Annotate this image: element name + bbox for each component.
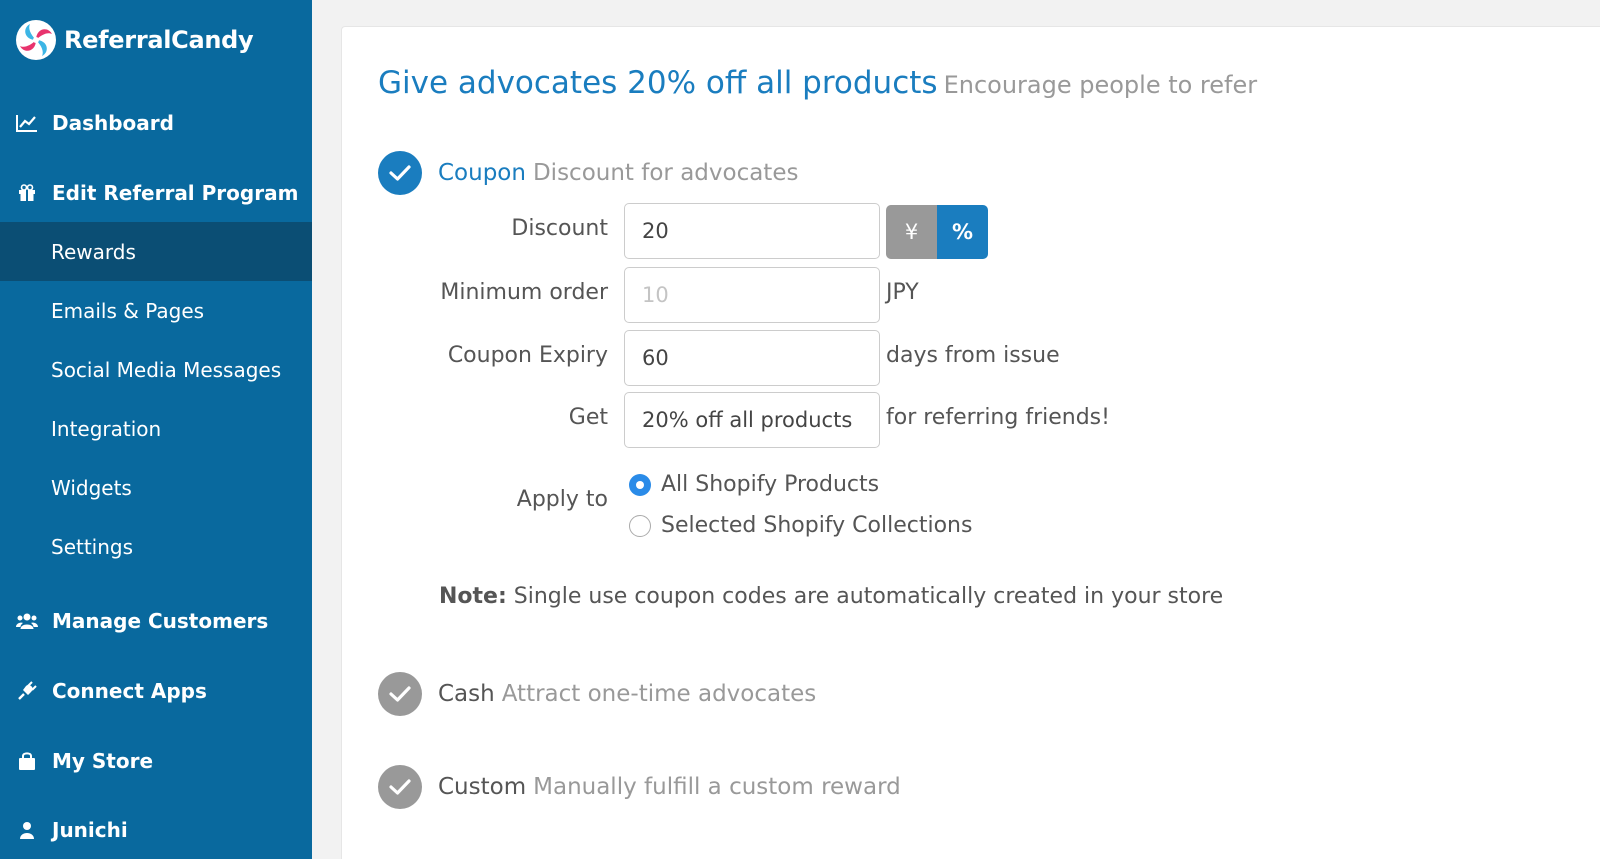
- nav-my-store-label: My Store: [52, 749, 154, 773]
- nav-user-account[interactable]: Junichi: [0, 805, 312, 855]
- nav-dashboard-label: Dashboard: [52, 111, 174, 135]
- cash-desc: Attract one-time advocates: [501, 681, 817, 707]
- note-label: Note:: [439, 584, 507, 609]
- yen-unit-button[interactable]: ¥: [886, 205, 937, 259]
- candy-swirl-logo: [16, 20, 56, 60]
- reward-option-cash[interactable]: Cash Attract one-time advocates: [378, 672, 816, 716]
- nav-connect-apps-label: Connect Apps: [52, 679, 207, 703]
- sidebar-item-emails-pages[interactable]: Emails & Pages: [0, 281, 312, 340]
- page-subtitle: Encourage people to refer: [943, 71, 1258, 99]
- coupon-expiry-suffix: days from issue: [886, 343, 1060, 368]
- page-title: Give advocates 20% off all products Encou…: [378, 65, 1257, 101]
- apply-all-products-label: All Shopify Products: [661, 472, 880, 497]
- get-reward-input[interactable]: [624, 392, 880, 448]
- minimum-order-label: Minimum order: [440, 280, 608, 305]
- sidebar-item-integration[interactable]: Integration: [0, 399, 312, 458]
- line-chart-icon: [16, 112, 38, 134]
- sidebar-item-social-media-messages[interactable]: Social Media Messages: [0, 340, 312, 399]
- reward-option-custom[interactable]: Custom Manually fulfill a custom reward: [378, 765, 901, 809]
- plug-icon: [16, 680, 38, 702]
- custom-title: Custom: [438, 774, 527, 800]
- page-title-main: Give advocates 20% off all products: [378, 65, 938, 101]
- apply-all-products-radio[interactable]: All Shopify Products: [629, 472, 879, 497]
- percent-unit-button[interactable]: %: [937, 205, 988, 259]
- nav-my-store[interactable]: My Store: [0, 736, 312, 786]
- coupon-note: Note: Single use coupon codes are automa…: [439, 584, 1223, 609]
- users-icon: [16, 610, 38, 632]
- coupon-title: Coupon: [438, 160, 526, 186]
- check-circle-icon: [378, 151, 422, 195]
- sidebar-item-widgets[interactable]: Widgets: [0, 458, 312, 517]
- nav-dashboard[interactable]: Dashboard: [0, 98, 312, 148]
- sidebar-item-rewards[interactable]: Rewards: [0, 222, 312, 281]
- radio-checked-icon: [629, 473, 651, 496]
- apply-to-label: Apply to: [516, 487, 608, 512]
- nav-edit-referral-program-label: Edit Referral Program: [52, 181, 299, 205]
- sidebar-item-settings[interactable]: Settings: [0, 517, 312, 576]
- discount-unit-toggle: ¥ %: [886, 205, 988, 259]
- discount-label: Discount: [511, 216, 608, 241]
- nav-connect-apps[interactable]: Connect Apps: [0, 666, 312, 716]
- rewards-panel: Give advocates 20% off all products Encou…: [341, 26, 1600, 859]
- apply-selected-collections-radio[interactable]: Selected Shopify Collections: [629, 513, 972, 538]
- nav-edit-referral-program[interactable]: Edit Referral Program: [0, 168, 312, 218]
- nav-manage-customers[interactable]: Manage Customers: [0, 596, 312, 646]
- user-icon: [16, 819, 38, 841]
- get-reward-suffix: for referring friends!: [886, 405, 1110, 430]
- custom-desc: Manually fulfill a custom reward: [533, 774, 901, 800]
- coupon-expiry-input[interactable]: [624, 330, 880, 386]
- get-label: Get: [568, 405, 608, 430]
- brand[interactable]: ReferralCandy: [14, 18, 254, 62]
- shopping-bag-icon: [16, 750, 38, 772]
- note-text: Single use coupon codes are automaticall…: [513, 584, 1224, 609]
- radio-unchecked-icon: [629, 514, 651, 537]
- coupon-expiry-label: Coupon Expiry: [447, 343, 608, 368]
- reward-option-coupon[interactable]: Coupon Discount for advocates: [378, 151, 798, 195]
- coupon-desc: Discount for advocates: [532, 160, 799, 186]
- sidebar: ReferralCandy Dashboard Edit Referral Pr…: [0, 0, 312, 859]
- brand-name: ReferralCandy: [64, 26, 254, 54]
- check-circle-icon: [378, 672, 422, 716]
- cash-title: Cash: [438, 681, 495, 707]
- gift-icon: [16, 182, 38, 204]
- nav-manage-customers-label: Manage Customers: [52, 609, 269, 633]
- minimum-order-currency: JPY: [886, 280, 919, 305]
- nav-user-label: Junichi: [52, 818, 128, 842]
- discount-input[interactable]: [624, 203, 880, 259]
- apply-selected-collections-label: Selected Shopify Collections: [661, 513, 973, 538]
- check-circle-icon: [378, 765, 422, 809]
- minimum-order-input[interactable]: [624, 267, 880, 323]
